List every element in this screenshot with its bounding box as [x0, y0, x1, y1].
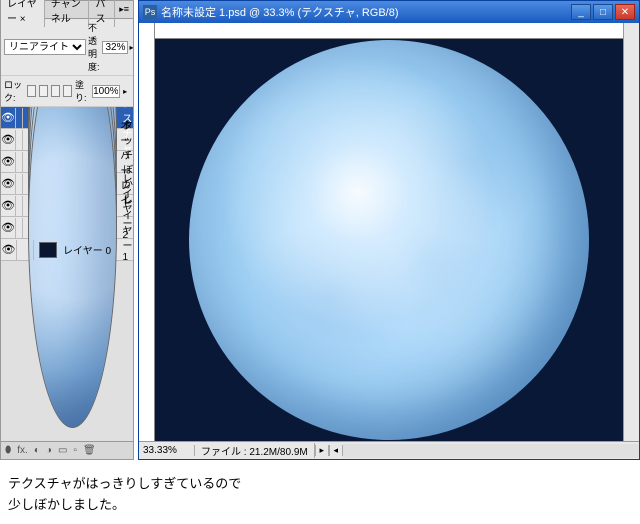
- link-column[interactable]: [20, 240, 34, 260]
- layer-name: レイヤー 1: [123, 192, 133, 263]
- scrollbar-vertical[interactable]: [623, 23, 639, 441]
- window-title: 名称未設定 1.psd @ 33.3% (テクスチャ, RGB/8): [161, 4, 399, 20]
- opacity-arrow-icon[interactable]: ▸: [130, 43, 134, 52]
- zoom-value[interactable]: 33.33%: [139, 445, 195, 456]
- document-window: Ps 名称未設定 1.psd @ 33.3% (テクスチャ, RGB/8) _ …: [138, 0, 640, 460]
- ruler-vertical[interactable]: [139, 23, 155, 441]
- panel-menu-icon[interactable]: ▸≡: [115, 4, 133, 15]
- link-column[interactable]: [19, 218, 23, 238]
- link-column[interactable]: [19, 152, 23, 172]
- visibility-icon[interactable]: 👁: [1, 218, 16, 238]
- layers-panel: レイヤー × チャンネル パス ▸≡ リニアライト 不透明度: ▸ ロック: 塗…: [0, 0, 134, 460]
- layer-thumbnail[interactable]: [39, 242, 57, 258]
- panel-footer: ⬮ fx. ◐ ◑ ▭ ▫ 🗑: [1, 441, 133, 459]
- new-layer-icon[interactable]: ▫: [73, 445, 77, 456]
- app-icon: Ps: [143, 5, 157, 19]
- close-button[interactable]: ✕: [615, 4, 635, 20]
- ruler-horizontal[interactable]: [155, 23, 623, 39]
- canvas-area: [139, 23, 639, 441]
- visibility-icon[interactable]: 👁: [1, 130, 16, 150]
- lock-transparency-icon[interactable]: [27, 85, 36, 97]
- visibility-icon[interactable]: 👁: [1, 152, 16, 172]
- canvas[interactable]: [155, 39, 623, 441]
- layers-list: 👁テクスチャ👁タッチ👁オーバーレイ👁ぼかし👁レイヤー 2👁レイヤー 1👁レイヤー…: [1, 107, 133, 441]
- link-column[interactable]: [19, 196, 23, 216]
- layer-thumbnail[interactable]: [28, 107, 117, 428]
- link-column[interactable]: [19, 108, 23, 128]
- lock-label: ロック:: [4, 78, 24, 104]
- trash-icon[interactable]: 🗑: [83, 445, 96, 456]
- blend-mode-select[interactable]: リニアライト: [4, 39, 86, 55]
- layer-row[interactable]: 👁レイヤー 1: [1, 217, 133, 239]
- file-info[interactable]: ファイル : 21.2M/80.9M: [195, 443, 315, 458]
- link-icon[interactable]: ⬮: [5, 445, 11, 456]
- fill-label: 塗り:: [75, 78, 89, 104]
- opacity-input[interactable]: [102, 41, 128, 54]
- mask-icon[interactable]: ◐: [34, 445, 40, 456]
- opacity-label: 不透明度:: [88, 21, 100, 73]
- titlebar[interactable]: Ps 名称未設定 1.psd @ 33.3% (テクスチャ, RGB/8) _ …: [139, 1, 639, 23]
- visibility-icon[interactable]: 👁: [1, 108, 16, 128]
- caption: テクスチャがはっきりしすぎているので 少しぼかしました。: [0, 460, 640, 524]
- link-column[interactable]: [19, 130, 23, 150]
- maximize-button[interactable]: □: [593, 4, 613, 20]
- minimize-button[interactable]: _: [571, 4, 591, 20]
- moon-artwork: [189, 40, 589, 440]
- lock-all-icon[interactable]: [63, 85, 72, 97]
- lock-row: ロック: 塗り: ▸: [1, 76, 133, 107]
- adjustment-icon[interactable]: ◑: [46, 445, 52, 456]
- visibility-icon[interactable]: 👁: [1, 174, 16, 194]
- blend-row: リニアライト 不透明度: ▸: [1, 19, 133, 76]
- fill-arrow-icon[interactable]: ▸: [123, 87, 130, 96]
- panel-tabs: レイヤー × チャンネル パス ▸≡: [1, 1, 133, 19]
- lock-move-icon[interactable]: [51, 85, 60, 97]
- visibility-icon[interactable]: 👁: [1, 196, 16, 216]
- fill-input[interactable]: [92, 85, 120, 98]
- scroll-left-icon[interactable]: ▸: [315, 445, 329, 456]
- scrollbar-horizontal[interactable]: [343, 444, 639, 458]
- layer-name: レイヤー 0: [63, 242, 111, 257]
- caption-line-2: 少しぼかしました。: [8, 495, 632, 516]
- caption-line-1: テクスチャがはっきりしすぎているので: [8, 474, 632, 495]
- lock-paint-icon[interactable]: [39, 85, 48, 97]
- folder-icon[interactable]: ▭: [58, 445, 67, 456]
- statusbar: 33.33% ファイル : 21.2M/80.9M ▸ ◂: [139, 441, 639, 459]
- fx-icon[interactable]: fx.: [17, 445, 28, 456]
- link-column[interactable]: [19, 174, 23, 194]
- visibility-icon[interactable]: 👁: [1, 240, 17, 260]
- scroll-right-icon[interactable]: ◂: [329, 445, 343, 456]
